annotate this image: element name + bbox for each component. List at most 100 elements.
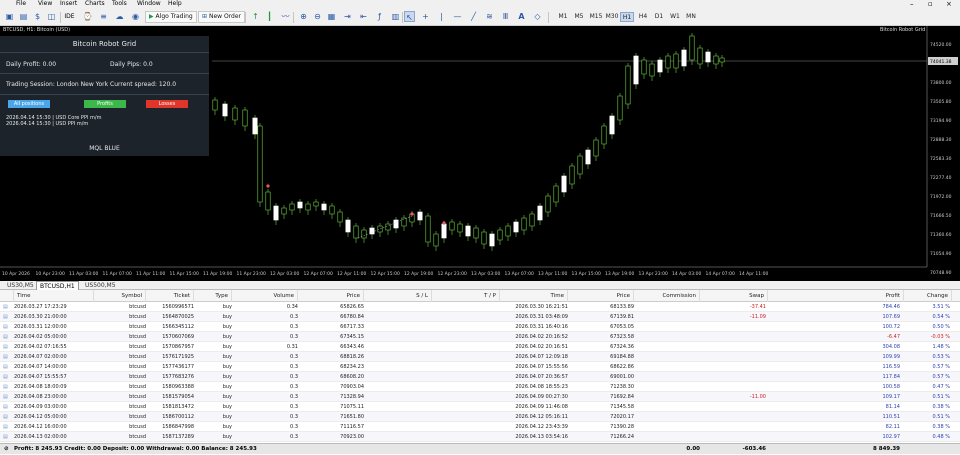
tile-windows-icon[interactable]: ▦	[326, 11, 337, 22]
cell-profit: 304.08	[882, 344, 901, 350]
tab-us500[interactable]: US500,M5	[82, 281, 119, 290]
table-row[interactable]: ▤ 2026.04.07 14:00:00 btcusd 1577436177 buy 0…	[0, 362, 960, 372]
timeframe-m5[interactable]: M5	[572, 12, 586, 22]
table-row[interactable]: ▤ 2026.04.09 03:00:00 btcusd 1581813472 buy 0…	[0, 402, 960, 412]
restore-icon[interactable]: ▫	[928, 0, 933, 8]
profits-button[interactable]: Profits	[84, 100, 126, 108]
column-header-ticket[interactable]: Ticket	[146, 290, 194, 302]
horizontal-line-icon[interactable]: —	[452, 11, 463, 22]
toolbar: ▣ ▤ $ ◫ IDE ⌚ ≡ ☁ ◉ ▶ Algo Trading ⊞ New…	[0, 8, 960, 26]
table-row[interactable]: ▤ 2026.04.08 18:00:09 btcusd 1580963388 buy 0…	[0, 382, 960, 392]
price-axis-label: 70748.90	[930, 270, 952, 276]
bars-icon[interactable]: ┃	[264, 11, 275, 22]
new-order-button[interactable]: ⊞ New Order	[198, 11, 245, 23]
scroll-chart-icon[interactable]: ⇥	[342, 11, 353, 22]
crosshair-icon[interactable]: +	[420, 11, 431, 22]
table-row[interactable]: ▤ 2026.03.27 17:23:29 btcusd 1560996571 buy 0…	[0, 302, 960, 312]
channel-icon[interactable]: ≋	[484, 11, 495, 22]
robot-name-label: Bitcoin Robot Grid	[880, 27, 926, 33]
timeframe-mn[interactable]: MN	[684, 12, 698, 22]
new-chart-icon[interactable]: ▣	[4, 11, 15, 22]
column-header-price[interactable]: Price	[298, 290, 364, 302]
chart-shift-icon[interactable]: ⇤	[358, 11, 369, 22]
templates-icon[interactable]: ▥	[390, 11, 401, 22]
shapes-icon[interactable]: ◇	[532, 11, 543, 22]
table-row[interactable]: ▤ 2026.04.13 02:00:00 btcusd 1587137289 buy 0…	[0, 432, 960, 442]
column-header-time[interactable]: Time	[14, 290, 94, 302]
all-positions-button[interactable]: All positions	[8, 100, 50, 108]
losses-button[interactable]: Losses	[146, 100, 188, 108]
timeframe-h4[interactable]: H4	[636, 12, 650, 22]
candle-body	[353, 225, 359, 239]
fibonacci-icon[interactable]: Ⅲ	[500, 11, 511, 22]
cell-commission	[634, 352, 700, 362]
menu-insert[interactable]: Insert	[60, 0, 77, 8]
vertical-line-icon[interactable]: |	[436, 11, 447, 22]
table-row[interactable]: ▤ 2026.04.07 02:00:00 btcusd 1576171925 buy 0…	[0, 352, 960, 362]
cell-volume: 0.3	[290, 314, 298, 320]
zoom-out-icon[interactable]: ⊖	[312, 11, 323, 22]
candle-body	[505, 225, 511, 237]
minimize-icon[interactable]: –	[910, 0, 914, 8]
cell-profit: 117.84	[882, 374, 901, 380]
timeframe-m1[interactable]: M1	[556, 12, 570, 22]
table-row[interactable]: ▤ 2026.03.31 12:00:00 btcusd 1566345112 buy 0…	[0, 322, 960, 332]
cell-profit: 784.46	[882, 304, 901, 310]
cursor-icon[interactable]: ↖	[404, 11, 415, 22]
cell-close-price: 67139.81	[610, 314, 634, 320]
market-watch-icon[interactable]: $	[32, 11, 43, 22]
column-header-change[interactable]: Change	[904, 290, 952, 302]
column-header-close-price[interactable]: Price	[568, 290, 634, 302]
column-header-symbol[interactable]: Symbol	[94, 290, 146, 302]
table-row[interactable]: ▤ 2026.04.07 15:55:57 btcusd 1577683276 buy 0…	[0, 372, 960, 382]
profiles-icon[interactable]: ▤	[18, 11, 29, 22]
table-row[interactable]: ▤ 2026.04.12 16:00:00 btcusd 1586847998 buy 0…	[0, 422, 960, 432]
indicators-icon[interactable]: ƒ	[374, 11, 385, 22]
ide-icon[interactable]: IDE	[64, 11, 75, 22]
candle-body	[222, 103, 228, 117]
algo-trading-button[interactable]: ▶ Algo Trading	[145, 11, 197, 23]
price-chart[interactable]: 74520.0074104.4073800.0073505.8073194.90…	[0, 26, 960, 281]
cell-change: 0.54 %	[932, 314, 950, 320]
column-header-tp[interactable]: T / P	[432, 290, 500, 302]
menu-window[interactable]: Window	[137, 0, 161, 8]
menu-tools[interactable]: Tools	[112, 0, 127, 8]
column-header-profit[interactable]: Profit	[768, 290, 904, 302]
table-row[interactable]: ▤ 2026.04.02 07:16:55 btcusd 1570867957 buy 0…	[0, 342, 960, 352]
timeframe-d1[interactable]: D1	[652, 12, 666, 22]
timeframe-m15[interactable]: M15	[588, 12, 604, 22]
timeframe-h1[interactable]: H1	[620, 12, 634, 22]
text-tool-icon[interactable]: A	[516, 11, 527, 22]
menu-file[interactable]: File	[16, 0, 26, 8]
trendline-icon[interactable]: ╱	[468, 11, 479, 22]
column-header-close-time[interactable]: Time	[500, 290, 568, 302]
navigator-icon[interactable]: ◫	[46, 11, 57, 22]
timeframe-m30[interactable]: M30	[604, 12, 620, 22]
column-header-volume[interactable]: Volume	[232, 290, 298, 302]
history-icon[interactable]: ⌚	[82, 11, 93, 22]
zoom-in-icon[interactable]: ⊕	[298, 11, 309, 22]
signals-icon[interactable]: ☁	[114, 11, 125, 22]
menu-charts[interactable]: Charts	[85, 0, 105, 8]
column-header-commission[interactable]: Commission	[634, 290, 700, 302]
table-row[interactable]: ▤ 2026.04.08 23:00:00 btcusd 1581579054 buy 0…	[0, 392, 960, 402]
table-row[interactable]: ▤ 2026.03.30 21:00:00 btcusd 1564870025 buy 0…	[0, 312, 960, 322]
column-header-type[interactable]: Type	[194, 290, 232, 302]
tab-btcusd[interactable]: BTCUSD,H1	[36, 281, 79, 290]
timeframe-w1[interactable]: W1	[668, 12, 682, 22]
menu-help[interactable]: Help	[168, 0, 182, 8]
cell-time: 2026.03.27 17:23:29	[14, 304, 67, 310]
menu-view[interactable]: View	[38, 0, 52, 8]
cell-swap	[700, 322, 766, 332]
buy-icon[interactable]: ↑	[250, 11, 261, 22]
vps-icon[interactable]: ◉	[130, 11, 141, 22]
table-row[interactable]: ▤ 2026.04.12 05:00:00 btcusd 1586700112 buy 0…	[0, 412, 960, 422]
close-icon[interactable]: ×	[946, 0, 952, 8]
table-row[interactable]: ▤ 2026.04.02 05:00:00 btcusd 1570607069 buy 0…	[0, 332, 960, 342]
strategy-tester-icon[interactable]: ≡	[98, 11, 109, 22]
tab-us30[interactable]: US30,M5	[4, 281, 37, 290]
column-header-sl[interactable]: S / L	[364, 290, 432, 302]
line-chart-icon[interactable]: 〰	[280, 11, 291, 22]
candle-body	[289, 203, 295, 211]
column-header-swap[interactable]: Swap	[700, 290, 768, 302]
